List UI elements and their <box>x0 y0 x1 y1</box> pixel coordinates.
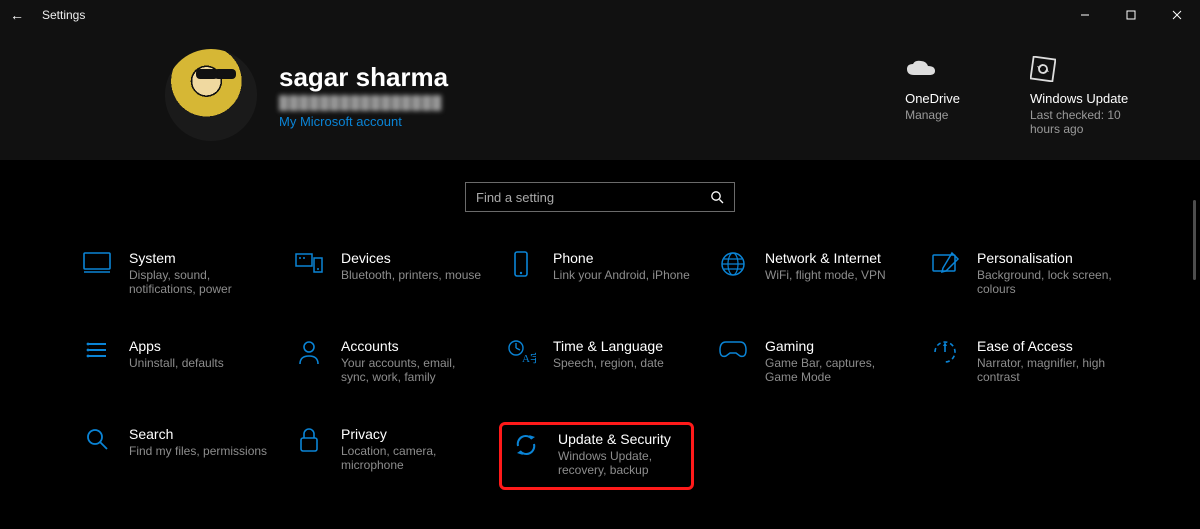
category-title: Gaming <box>765 338 909 354</box>
category-system[interactable]: System Display, sound, notifications, po… <box>75 246 277 300</box>
search-cat-icon <box>79 426 115 462</box>
onedrive-sub: Manage <box>905 108 948 122</box>
settings-categories-grid: System Display, sound, notifications, po… <box>75 246 1125 490</box>
network-icon <box>715 250 751 286</box>
category-title: Privacy <box>341 426 485 442</box>
back-button[interactable]: ← <box>10 7 24 23</box>
windows-update-icon <box>1030 55 1056 83</box>
settings-header: sagar sharma ████████████████ My Microso… <box>0 30 1200 160</box>
onedrive-icon <box>905 55 937 83</box>
category-desc: Narrator, magnifier, high contrast <box>977 356 1121 384</box>
category-ease-of-access[interactable]: Ease of Access Narrator, magnifier, high… <box>923 334 1125 388</box>
category-update-security[interactable]: Update & Security Windows Update, recove… <box>499 422 694 490</box>
my-microsoft-account-link[interactable]: My Microsoft account <box>279 114 448 129</box>
personalisation-icon <box>927 250 963 286</box>
category-title: Apps <box>129 338 224 354</box>
user-email-masked: ████████████████ <box>279 95 448 110</box>
settings-content: System Display, sound, notifications, po… <box>0 160 1200 520</box>
minimize-button[interactable] <box>1062 0 1108 30</box>
maximize-button[interactable] <box>1108 0 1154 30</box>
category-search[interactable]: Search Find my files, permissions <box>75 422 277 490</box>
ease-of-access-icon <box>927 338 963 374</box>
privacy-icon <box>291 426 327 462</box>
time-language-icon: A字 <box>503 338 539 374</box>
category-title: Time & Language <box>553 338 664 354</box>
category-desc: Bluetooth, printers, mouse <box>341 268 481 282</box>
windows-update-title: Windows Update <box>1030 91 1128 106</box>
category-desc: Location, camera, microphone <box>341 444 485 472</box>
category-title: Ease of Access <box>977 338 1121 354</box>
category-desc: Uninstall, defaults <box>129 356 224 370</box>
category-title: Phone <box>553 250 690 266</box>
category-gaming[interactable]: Gaming Game Bar, captures, Game Mode <box>711 334 913 388</box>
accounts-icon <box>291 338 327 374</box>
close-button[interactable] <box>1154 0 1200 30</box>
onedrive-title: OneDrive <box>905 91 960 106</box>
windows-update-sub: Last checked: 10 hours ago <box>1030 108 1140 136</box>
category-desc: Find my files, permissions <box>129 444 267 458</box>
svg-text:A字: A字 <box>522 351 536 365</box>
titlebar: ← Settings <box>0 0 1200 30</box>
user-name: sagar sharma <box>279 62 448 93</box>
user-avatar[interactable] <box>165 49 257 141</box>
category-desc: Speech, region, date <box>553 356 664 370</box>
windows-update-status[interactable]: Windows Update Last checked: 10 hours ag… <box>1030 55 1140 136</box>
update-security-icon <box>508 431 544 467</box>
category-apps[interactable]: Apps Uninstall, defaults <box>75 334 277 388</box>
window-title: Settings <box>42 8 85 22</box>
devices-icon <box>291 250 327 286</box>
category-desc: WiFi, flight mode, VPN <box>765 268 886 282</box>
category-title: Personalisation <box>977 250 1121 266</box>
gaming-icon <box>715 338 751 374</box>
category-network[interactable]: Network & Internet WiFi, flight mode, VP… <box>711 246 913 300</box>
search-input[interactable] <box>476 190 710 205</box>
category-personalisation[interactable]: Personalisation Background, lock screen,… <box>923 246 1125 300</box>
category-privacy[interactable]: Privacy Location, camera, microphone <box>287 422 489 490</box>
category-desc: Display, sound, notifications, power <box>129 268 273 296</box>
category-desc: Windows Update, recovery, backup <box>558 449 681 477</box>
category-desc: Link your Android, iPhone <box>553 268 690 282</box>
category-title: Devices <box>341 250 481 266</box>
category-title: Accounts <box>341 338 485 354</box>
category-phone[interactable]: Phone Link your Android, iPhone <box>499 246 701 300</box>
scrollbar-thumb[interactable] <box>1193 200 1196 280</box>
category-desc: Your accounts, email, sync, work, family <box>341 356 485 384</box>
apps-icon <box>79 338 115 374</box>
category-desc: Background, lock screen, colours <box>977 268 1121 296</box>
category-title: Update & Security <box>558 431 681 447</box>
category-title: System <box>129 250 273 266</box>
category-time-language[interactable]: A字 Time & Language Speech, region, date <box>499 334 701 388</box>
find-setting-searchbox[interactable] <box>465 182 735 212</box>
category-desc: Game Bar, captures, Game Mode <box>765 356 909 384</box>
search-icon <box>710 190 724 204</box>
phone-icon <box>503 250 539 286</box>
system-icon <box>79 250 115 286</box>
onedrive-status[interactable]: OneDrive Manage <box>905 55 960 136</box>
category-devices[interactable]: Devices Bluetooth, printers, mouse <box>287 246 489 300</box>
category-accounts[interactable]: Accounts Your accounts, email, sync, wor… <box>287 334 489 388</box>
category-title: Search <box>129 426 267 442</box>
category-title: Network & Internet <box>765 250 886 266</box>
